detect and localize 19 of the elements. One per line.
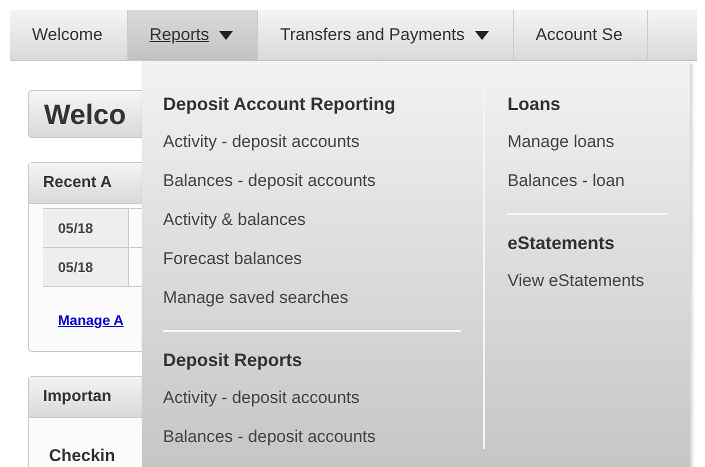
menu-item[interactable]: Manage loans — [507, 129, 668, 168]
nav-tab[interactable]: Transfers and Payments — [258, 10, 514, 60]
section-heading: Checkin — [49, 446, 116, 466]
menu-item[interactable]: Forecast balances — [163, 246, 462, 285]
menu-heading: Loans — [507, 93, 562, 116]
menu-heading: Deposit Reports — [163, 349, 304, 372]
menu-item[interactable]: Balances - deposit accounts — [163, 424, 462, 463]
nav-tab[interactable]: Reports — [128, 10, 258, 60]
table-cell: 05/18 — [43, 248, 129, 286]
menu-item[interactable]: Activity & balances — [163, 207, 462, 246]
menu-item[interactable]: Balances - loan — [507, 168, 668, 207]
menu-item[interactable]: View eStatements — [507, 268, 668, 307]
menu-item[interactable]: Manage saved searches — [163, 285, 462, 324]
menu-heading: eStatements — [507, 232, 616, 255]
manage-link[interactable]: Manage A — [58, 312, 124, 328]
caret-icon — [474, 30, 489, 40]
caret-icon — [219, 30, 234, 40]
table-cell: 05/18 — [43, 209, 129, 247]
nav-tab[interactable]: Account Se — [514, 10, 648, 60]
